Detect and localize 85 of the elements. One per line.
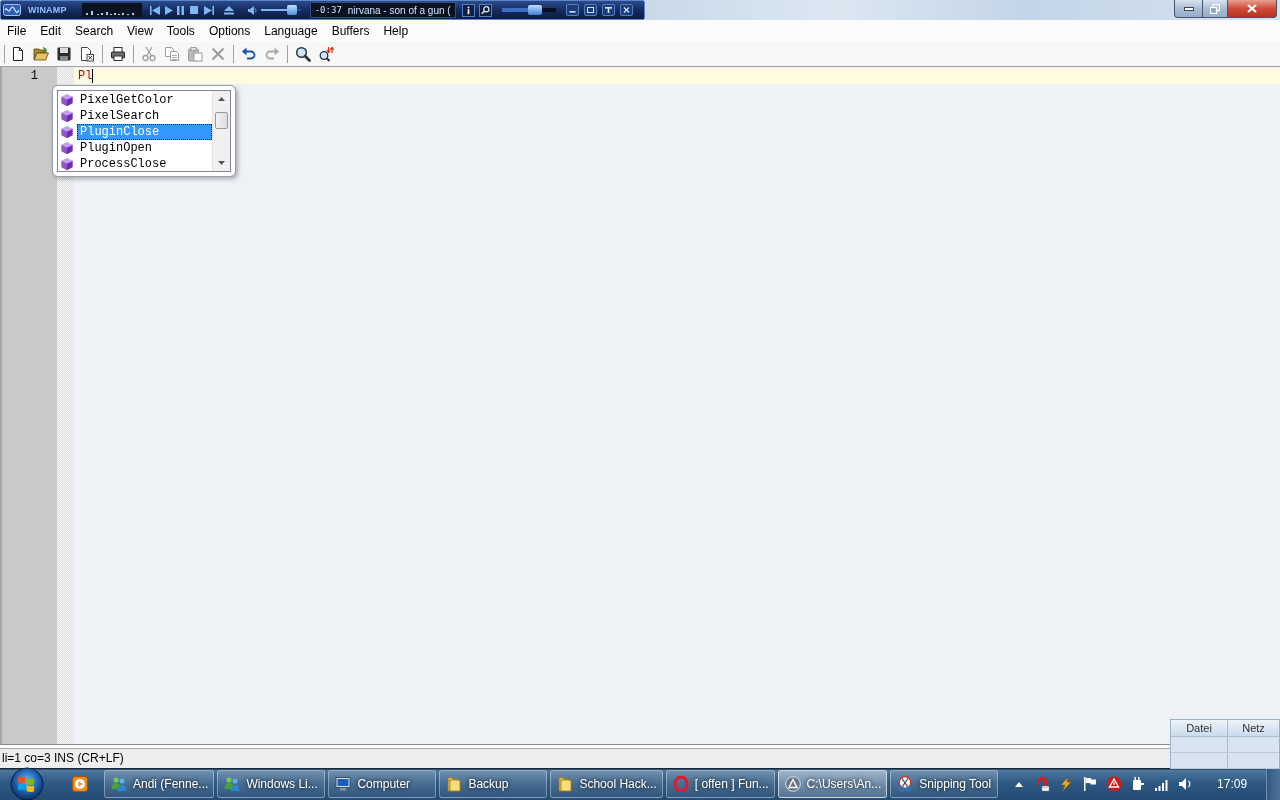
minimize-icon	[1183, 6, 1194, 11]
suggestion-item[interactable]: PluginOpen	[77, 140, 212, 156]
scroll-thumb[interactable]	[215, 112, 228, 129]
cube-icon	[60, 109, 74, 123]
scroll-down-icon[interactable]	[218, 161, 225, 165]
ring-icon	[672, 776, 689, 792]
flag-icon[interactable]	[1082, 776, 1099, 792]
info-icon[interactable]	[461, 3, 475, 17]
cube-icon	[60, 93, 74, 107]
restore-icon	[1210, 3, 1220, 14]
clock-text: 17:09	[1217, 777, 1248, 791]
magnet-icon[interactable]	[1034, 776, 1051, 792]
time-text: -0:37	[314, 5, 342, 15]
slider-thumb[interactable]	[528, 5, 543, 15]
taskbar-button[interactable]: Computer	[328, 770, 437, 798]
folder-icon	[557, 776, 574, 792]
taskbar-button[interactable]: Windows Li...	[217, 770, 326, 798]
text-caret	[92, 69, 94, 83]
power-plug-icon[interactable]	[1130, 776, 1147, 792]
menu-item[interactable]: Options	[201, 22, 258, 40]
status-text: li=1 co=3 INS (CR+LF)	[2, 751, 124, 765]
previous-track-icon[interactable]	[149, 5, 160, 15]
column-header: Datei	[1171, 720, 1228, 736]
people-icon	[224, 776, 241, 792]
menu-item[interactable]: File	[0, 22, 34, 40]
open-folder-icon[interactable]	[32, 46, 49, 62]
search-icon[interactable]	[294, 46, 311, 62]
cube-icon	[60, 125, 74, 139]
printer-icon[interactable]	[109, 46, 126, 62]
close-icon	[1247, 4, 1257, 13]
visualizer-display	[81, 3, 142, 17]
minimize-icon[interactable]	[565, 4, 579, 16]
search-icon[interactable]	[478, 3, 492, 17]
restore-button[interactable]	[1203, 0, 1228, 18]
scroll-up-icon[interactable]	[218, 97, 225, 101]
waveform-logo-icon	[3, 4, 21, 16]
play-icon[interactable]	[164, 5, 173, 15]
taskbar-button[interactable]: School Hack...	[550, 770, 663, 798]
taskbar-button[interactable]: Andi (Fenne...	[104, 770, 215, 798]
menu-item[interactable]: Buffers	[324, 22, 377, 40]
warning-icon[interactable]	[1106, 776, 1123, 792]
show-desktop-button[interactable]	[1266, 768, 1280, 800]
close-page-icon[interactable]	[78, 46, 95, 62]
cube-icon	[60, 141, 74, 155]
pause-icon[interactable]	[176, 5, 184, 15]
taskbar-button[interactable]: Snipping Tool	[890, 770, 999, 798]
disc-icon	[784, 776, 801, 792]
cube-icon	[60, 157, 74, 171]
computer-icon	[335, 776, 352, 792]
speaker-icon[interactable]	[247, 5, 257, 15]
next-track-icon[interactable]	[203, 5, 214, 15]
menu-item[interactable]: View	[120, 22, 160, 40]
column-header: Netz	[1241, 721, 1266, 736]
scissors-icon	[897, 776, 914, 792]
suggestion-item[interactable]: ProcessClose	[77, 156, 212, 172]
play-tile-icon[interactable]	[72, 776, 88, 792]
suggestion-item[interactable]: PixelSearch	[77, 108, 212, 124]
close-icon[interactable]	[619, 4, 633, 16]
volume-thumb[interactable]	[287, 5, 298, 15]
taskbar-button[interactable]: Backup	[439, 770, 548, 798]
folder-icon	[446, 776, 463, 792]
people-icon	[111, 776, 127, 792]
menu-item[interactable]: Language	[257, 22, 325, 40]
menu-item[interactable]: Tools	[159, 22, 202, 40]
menu-item[interactable]: Edit	[33, 22, 69, 40]
code-text: Pl	[78, 68, 93, 84]
close-button[interactable]	[1228, 0, 1277, 18]
taskbar-button[interactable]: [ offen ] Fun...	[665, 770, 775, 798]
stop-icon[interactable]	[189, 6, 198, 14]
up-arrow-icon[interactable]	[1015, 781, 1024, 787]
menu-item[interactable]: Help	[376, 22, 416, 40]
minimize-button[interactable]	[1174, 0, 1203, 18]
undo-icon[interactable]	[240, 46, 257, 62]
line-number: 1	[30, 69, 38, 83]
save-icon[interactable]	[55, 46, 72, 62]
search-replace-icon[interactable]	[317, 46, 334, 62]
player-name: WINAMP	[28, 5, 67, 15]
restore-icon[interactable]	[583, 4, 597, 16]
track-title: nirvana - son of a gun (	[347, 4, 451, 16]
pin-icon[interactable]	[601, 4, 615, 16]
start-button[interactable]	[10, 767, 44, 800]
suggestion-item[interactable]: PixelGetColor	[77, 92, 212, 108]
list-scrollbar[interactable]	[212, 91, 230, 171]
eject-icon[interactable]	[223, 5, 234, 15]
menu-item[interactable]: Search	[68, 22, 121, 40]
